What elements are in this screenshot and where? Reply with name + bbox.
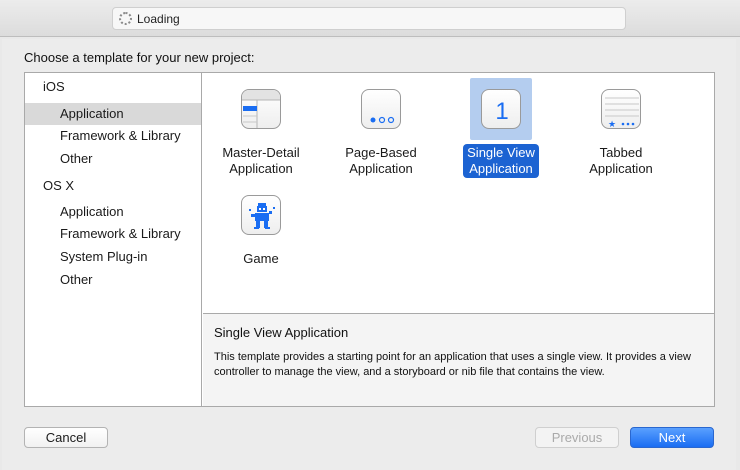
sidebar-item-osx-system-plugin[interactable]: System Plug-in bbox=[25, 246, 201, 268]
activity-label: Loading bbox=[137, 11, 180, 26]
svg-text:★: ★ bbox=[608, 120, 616, 129]
template-description-panel: Single View Application This template pr… bbox=[203, 313, 714, 406]
sidebar-item-osx-application[interactable]: Application bbox=[25, 201, 201, 223]
svg-text:1: 1 bbox=[495, 98, 508, 125]
sidebar-section-osx[interactable]: OS X bbox=[25, 175, 201, 197]
platform-sidebar: iOS Application Framework & Library Othe… bbox=[25, 73, 202, 406]
template-label: Game bbox=[243, 251, 279, 266]
template-label: Single View Application bbox=[463, 144, 539, 178]
game-icon bbox=[241, 195, 281, 235]
template-label: Tabbed Application bbox=[589, 145, 653, 176]
template-master-detail[interactable]: Master-Detail Application bbox=[211, 89, 311, 178]
sidebar-item-osx-other[interactable]: Other bbox=[25, 269, 201, 291]
template-tabbed[interactable]: ★ Tabbed Application bbox=[571, 89, 671, 178]
sidebar-item-osx-framework-library[interactable]: Framework & Library bbox=[25, 223, 201, 245]
master-detail-icon bbox=[241, 89, 281, 129]
sidebar-item-ios-other[interactable]: Other bbox=[25, 148, 201, 170]
next-button[interactable]: Next bbox=[630, 427, 714, 448]
single-view-icon: 1 bbox=[481, 89, 521, 129]
page-based-icon bbox=[361, 89, 401, 129]
sidebar-item-ios-application[interactable]: Application bbox=[25, 103, 201, 125]
loading-spinner-icon bbox=[119, 12, 132, 25]
new-project-sheet: Choose a template for your new project: … bbox=[2, 39, 736, 470]
template-single-view[interactable]: 1 Single View Application bbox=[451, 78, 551, 178]
template-chooser: iOS Application Framework & Library Othe… bbox=[24, 72, 715, 407]
sheet-prompt: Choose a template for your new project: bbox=[24, 50, 255, 65]
template-label: Page-Based Application bbox=[345, 145, 417, 176]
template-label: Master-Detail Application bbox=[222, 145, 300, 176]
sidebar-item-ios-framework-library[interactable]: Framework & Library bbox=[25, 125, 201, 147]
description-body: This template provides a starting point … bbox=[214, 351, 691, 378]
tabbed-icon: ★ bbox=[601, 89, 641, 129]
cancel-button[interactable]: Cancel bbox=[24, 427, 108, 448]
window-toolbar: Loading bbox=[0, 0, 740, 37]
template-game[interactable]: Game bbox=[211, 195, 311, 268]
template-page-based[interactable]: Page-Based Application bbox=[331, 89, 431, 178]
description-title: Single View Application bbox=[214, 325, 349, 340]
template-grid: Master-Detail Application Page-Based App… bbox=[203, 73, 714, 313]
previous-button[interactable]: Previous bbox=[535, 427, 619, 448]
sidebar-section-ios[interactable]: iOS bbox=[25, 76, 201, 98]
activity-view: Loading bbox=[112, 7, 626, 30]
